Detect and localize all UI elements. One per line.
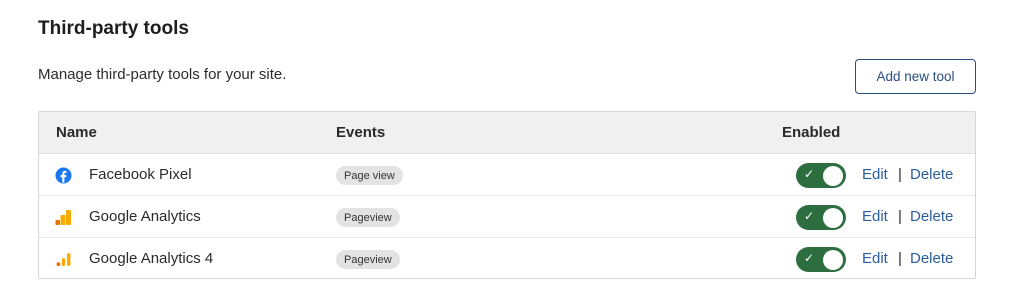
column-header-name: Name	[56, 124, 97, 141]
delete-link[interactable]: Delete	[910, 166, 953, 183]
table-header: Name Events Enabled	[39, 112, 975, 154]
toggle-knob	[823, 249, 843, 270]
table-row: Google Analytics Pageview ✓ Edit | Delet…	[39, 196, 975, 238]
tool-name: Google Analytics	[89, 208, 201, 225]
facebook-icon	[55, 167, 72, 184]
toggle-knob	[823, 165, 843, 186]
action-separator: |	[898, 166, 902, 183]
add-new-tool-button[interactable]: Add new tool	[855, 59, 976, 94]
edit-link[interactable]: Edit	[862, 250, 888, 267]
event-badge: Pageview	[336, 250, 400, 269]
action-separator: |	[898, 208, 902, 225]
enabled-toggle[interactable]: ✓	[796, 205, 846, 230]
edit-link[interactable]: Edit	[862, 166, 888, 183]
column-header-events: Events	[336, 124, 386, 141]
edit-link[interactable]: Edit	[862, 208, 888, 225]
delete-link[interactable]: Delete	[910, 250, 953, 267]
enabled-toggle[interactable]: ✓	[796, 163, 846, 188]
action-separator: |	[898, 250, 902, 267]
column-header-enabled: Enabled	[782, 124, 841, 141]
toggle-knob	[823, 207, 843, 228]
table-row: Google Analytics 4 Pageview ✓ Edit | Del…	[39, 238, 975, 278]
tool-name: Facebook Pixel	[89, 166, 192, 183]
page-title: Third-party tools	[38, 18, 189, 39]
google-analytics-4-icon	[55, 251, 72, 268]
delete-link[interactable]: Delete	[910, 208, 953, 225]
checkmark-icon: ✓	[804, 209, 815, 223]
google-analytics-icon	[55, 209, 72, 226]
event-badge: Page view	[336, 166, 403, 185]
event-badge: Pageview	[336, 208, 400, 227]
checkmark-icon: ✓	[804, 251, 815, 265]
checkmark-icon: ✓	[804, 167, 815, 181]
tools-table: Name Events Enabled Facebook Pixel Page …	[38, 111, 976, 279]
tool-name: Google Analytics 4	[89, 250, 214, 267]
enabled-toggle[interactable]: ✓	[796, 247, 846, 272]
table-row: Facebook Pixel Page view ✓ Edit | Delete	[39, 154, 975, 196]
page-description: Manage third-party tools for your site.	[38, 66, 287, 83]
